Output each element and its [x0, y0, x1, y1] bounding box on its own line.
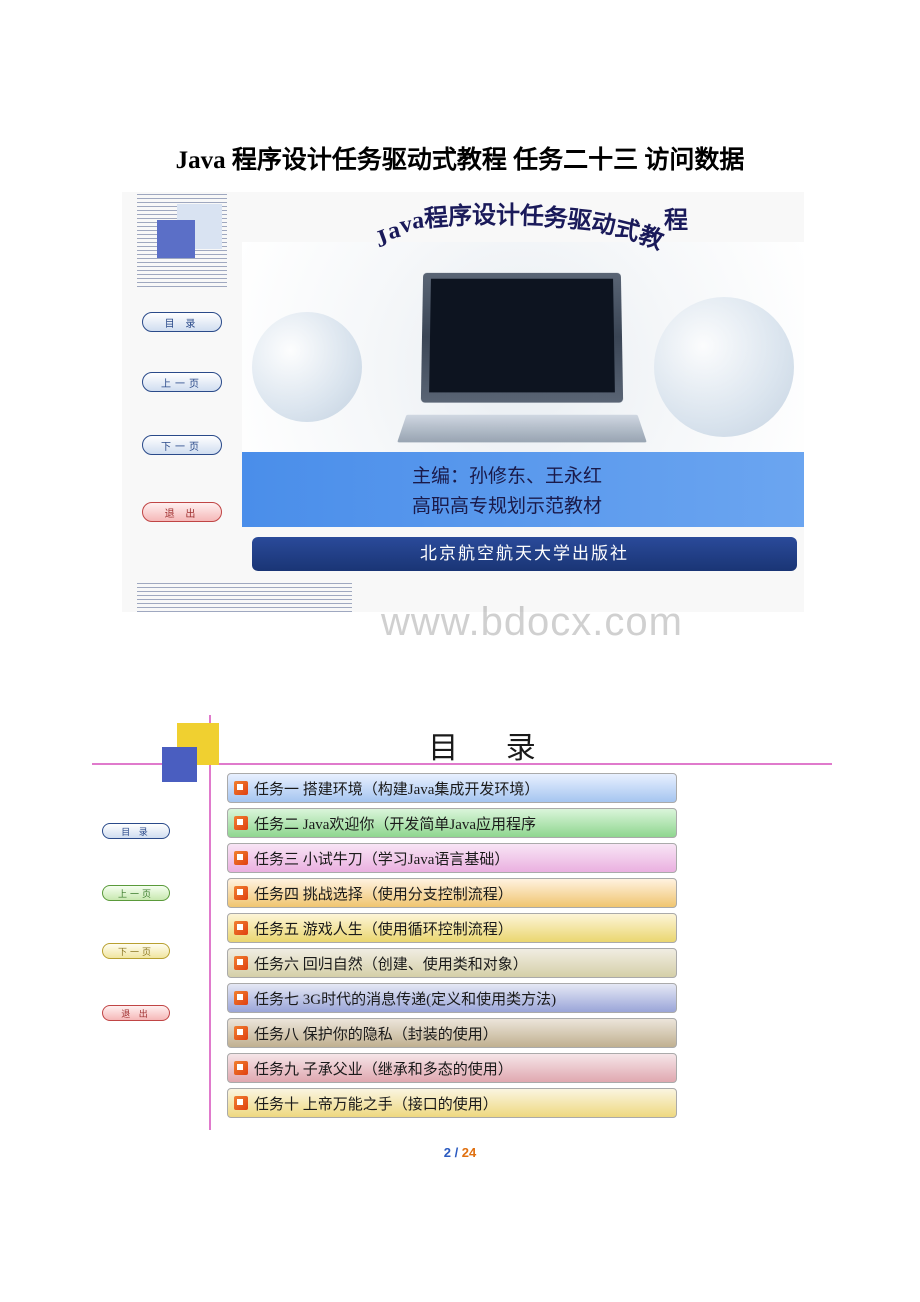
globe-icon — [654, 297, 794, 437]
nav-next-button[interactable]: 下一页 — [102, 943, 170, 959]
toc-item-label: 任务十 上帝万能之手（接口的使用） — [254, 1093, 498, 1114]
toc-item[interactable]: 任务十 上帝万能之手（接口的使用） — [227, 1088, 677, 1118]
toc-item-label: 任务二 Java欢迎你（开发简单Java应用程序 — [254, 813, 536, 834]
hero-graphic — [242, 242, 804, 452]
toc-item[interactable]: 任务四 挑战选择（使用分支控制流程） — [227, 878, 677, 908]
toc-item-label: 任务一 搭建环境（构建Java集成开发环境） — [254, 778, 539, 799]
document-title: Java 程序设计任务驱动式教程 任务二十三 访问数据 — [0, 140, 920, 176]
toc-item[interactable]: 任务二 Java欢迎你（开发简单Java应用程序 — [227, 808, 677, 838]
page-total: 24 — [462, 1145, 476, 1160]
task-icon — [234, 781, 248, 795]
task-icon — [234, 921, 248, 935]
toc-item-label: 任务五 游戏人生（使用循环控制流程） — [254, 918, 513, 939]
monitor-icon — [421, 273, 623, 403]
toc-item[interactable]: 任务三 小试牛刀（学习Java语言基础） — [227, 843, 677, 873]
nav-toc-button[interactable]: 目 录 — [102, 823, 170, 839]
nav-prev-button[interactable]: 上一页 — [142, 372, 222, 392]
task-icon — [234, 956, 248, 970]
toc-heading: 目 录 — [292, 723, 692, 767]
page-current: 2 — [444, 1145, 451, 1160]
toc-item[interactable]: 任务六 回归自然（创建、使用类和对象） — [227, 948, 677, 978]
subtitle-text: 高职高专规划示范教材 — [412, 492, 804, 522]
toc-item-label: 任务九 子承父业（继承和多态的使用） — [254, 1058, 513, 1079]
toc-item[interactable]: 任务八 保护你的隐私（封装的使用） — [227, 1018, 677, 1048]
book-title-curved: Java程序设计任务驱动式教程 — [272, 200, 792, 235]
toc-item[interactable]: 任务一 搭建环境（构建Java集成开发环境） — [227, 773, 677, 803]
publisher-bar: 北京航空航天大学出版社 — [252, 537, 797, 571]
task-icon — [234, 1061, 248, 1075]
toc-item-label: 任务三 小试牛刀（学习Java语言基础） — [254, 848, 509, 869]
decor-square-dark — [157, 220, 195, 258]
toc-item[interactable]: 任务七 3G时代的消息传递(定义和使用类方法) — [227, 983, 677, 1013]
globe-icon — [252, 312, 362, 422]
slide-cover: 目 录 上一页 下一页 退 出 Java程序设计任务驱动式教程 主编：孙修东、王… — [122, 192, 804, 632]
task-icon — [234, 1096, 248, 1110]
keyboard-icon — [397, 415, 647, 443]
page-number: 2 / 24 — [0, 1145, 920, 1160]
toc-item[interactable]: 任务九 子承父业（继承和多态的使用） — [227, 1053, 677, 1083]
nav-exit-button[interactable]: 退 出 — [142, 502, 222, 522]
toc-item-label: 任务七 3G时代的消息传递(定义和使用类方法) — [254, 988, 556, 1009]
decor-line-vertical — [209, 715, 211, 1130]
toc-item[interactable]: 任务五 游戏人生（使用循环控制流程） — [227, 913, 677, 943]
editors-band: 主编：孙修东、王永红 高职高专规划示范教材 — [242, 452, 804, 527]
task-icon — [234, 886, 248, 900]
nav-next-button[interactable]: 下一页 — [142, 435, 222, 455]
watermark-text: www.bdocx.com — [262, 600, 802, 645]
editors-text: 主编：孙修东、王永红 — [412, 462, 804, 492]
toc-item-label: 任务六 回归自然（创建、使用类和对象） — [254, 953, 528, 974]
task-icon — [234, 851, 248, 865]
nav-toc-button[interactable]: 目 录 — [142, 312, 222, 332]
toc-list: 任务一 搭建环境（构建Java集成开发环境） 任务二 Java欢迎你（开发简单Ja… — [227, 773, 677, 1123]
toc-item-label: 任务四 挑战选择（使用分支控制流程） — [254, 883, 513, 904]
slide-toc: 目 录 目 录 上一页 下一页 退 出 任务一 搭建环境（构建Java集成开发环… — [92, 715, 832, 1130]
nav-prev-button[interactable]: 上一页 — [102, 885, 170, 901]
toc-item-label: 任务八 保护你的隐私（封装的使用） — [254, 1023, 498, 1044]
task-icon — [234, 1026, 248, 1040]
decor-square-blue — [162, 747, 197, 782]
nav-exit-button[interactable]: 退 出 — [102, 1005, 170, 1021]
task-icon — [234, 991, 248, 1005]
task-icon — [234, 816, 248, 830]
